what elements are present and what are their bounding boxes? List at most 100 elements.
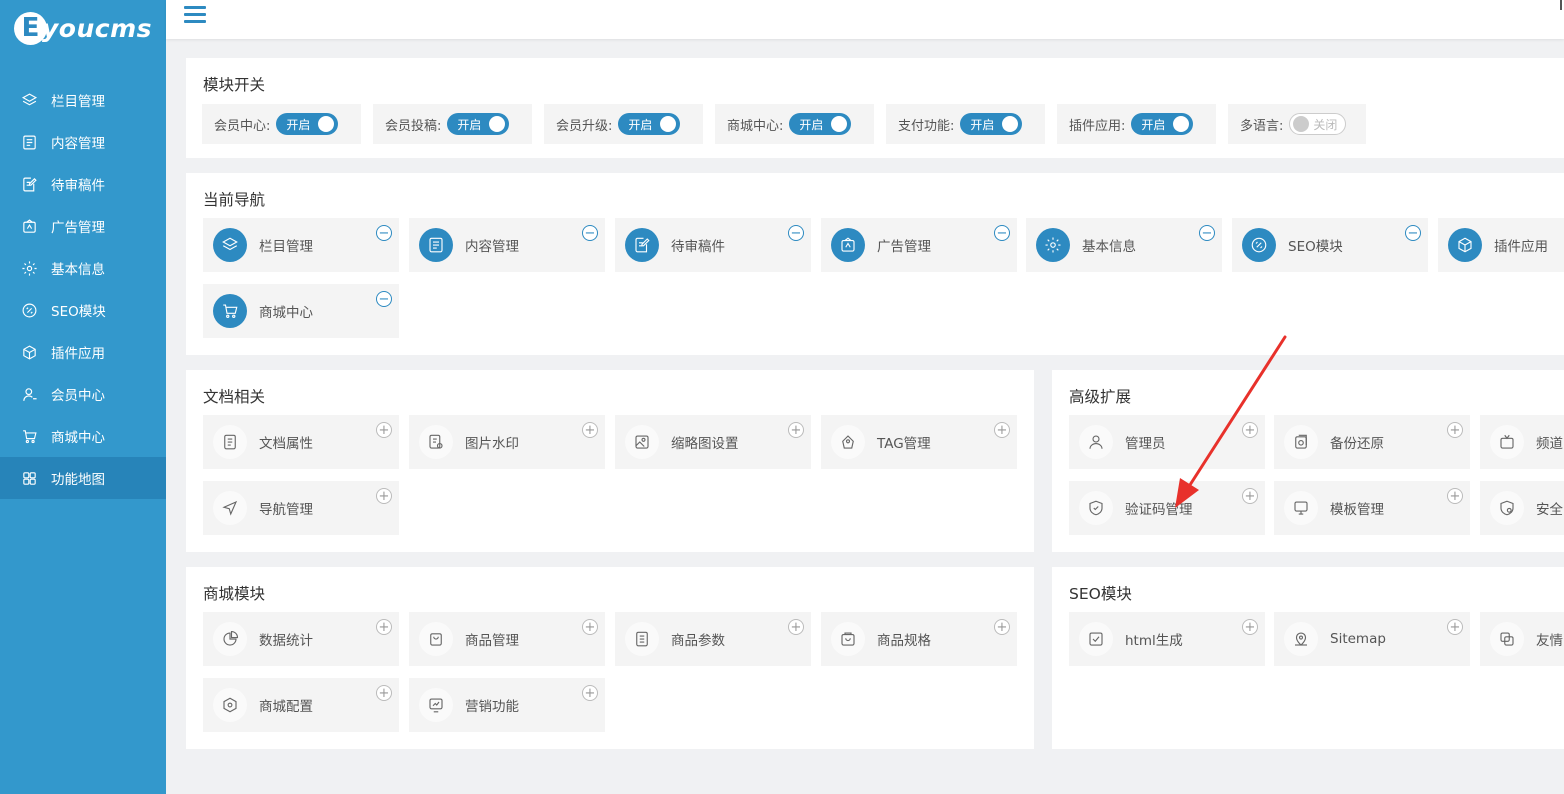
current-nav-tile[interactable]: SEO模块 − — [1232, 218, 1428, 272]
cube-icon — [20, 343, 38, 361]
current-nav-tile[interactable]: 内容管理 − — [409, 218, 605, 272]
add-icon[interactable]: + — [1447, 488, 1463, 504]
remove-icon[interactable]: − — [994, 225, 1010, 241]
sidebar-item-label: 栏目管理 — [51, 94, 105, 110]
add-icon[interactable]: + — [582, 619, 598, 635]
add-icon[interactable]: + — [994, 422, 1010, 438]
layers-icon — [20, 91, 38, 109]
current-nav-tile[interactable]: 插件应用 − — [1438, 218, 1564, 272]
tile-label: 广告管理 — [877, 239, 931, 255]
advanced-tile[interactable]: 备份还原 + — [1274, 415, 1470, 469]
document-icon — [419, 228, 453, 262]
sidebar-item-function-map[interactable]: 功能地图 — [0, 457, 166, 499]
remove-icon[interactable]: − — [376, 291, 392, 307]
seo-tile[interactable]: html生成 + — [1069, 612, 1265, 666]
sidebar-item-basic[interactable]: 基本信息 — [0, 247, 166, 289]
sidebar-item-plugins[interactable]: 插件应用 — [0, 331, 166, 373]
doc-tile[interactable]: 缩略图设置 + — [615, 415, 811, 469]
add-icon[interactable]: + — [582, 685, 598, 701]
person-icon — [1079, 425, 1113, 459]
doc-tile[interactable]: TAG管理 + — [821, 415, 1017, 469]
panel-title: SEO模块 — [1069, 585, 1132, 603]
logo-text: youcms — [42, 14, 153, 43]
shop-tile[interactable]: 商城配置 + — [203, 678, 399, 732]
pie-chart-icon — [213, 622, 247, 656]
current-nav-tile[interactable]: 商城中心 − — [203, 284, 399, 338]
list-doc-icon — [213, 425, 247, 459]
cube-icon — [1448, 228, 1482, 262]
seo-tile[interactable]: 友情 — [1480, 612, 1564, 666]
remove-icon[interactable]: − — [376, 225, 392, 241]
sidebar-item-column[interactable]: 栏目管理 — [0, 79, 166, 121]
sidebar-item-ads[interactable]: 广告管理 — [0, 205, 166, 247]
toggle-switch[interactable]: 开启 — [618, 113, 681, 135]
toggle-switch[interactable]: 开启 — [789, 113, 852, 135]
current-nav-tile[interactable]: 广告管理 − — [821, 218, 1017, 272]
sidebar-item-pending[interactable]: 待审稿件 — [0, 163, 166, 205]
sidebar-item-content[interactable]: 内容管理 — [0, 121, 166, 163]
switch-plugins: 插件应用: 开启 — [1057, 104, 1216, 144]
current-nav-tile[interactable]: 基本信息 − — [1026, 218, 1222, 272]
sidebar-item-label: 会员中心 — [51, 388, 105, 404]
toggle-switch[interactable]: 开启 — [447, 113, 510, 135]
doc-tile[interactable]: 文档属性 + — [203, 415, 399, 469]
sidebar-item-seo[interactable]: SEO模块 — [0, 289, 166, 331]
toggle-switch[interactable]: 关闭 — [1289, 113, 1347, 135]
toggle-state: 关闭 — [1313, 117, 1338, 132]
advanced-tile[interactable]: 管理员 + — [1069, 415, 1265, 469]
add-icon[interactable]: + — [788, 422, 804, 438]
add-icon[interactable]: + — [1447, 619, 1463, 635]
tile-label: 基本信息 — [1082, 239, 1136, 255]
tile-label: 导航管理 — [259, 502, 313, 518]
remove-icon[interactable]: − — [1405, 225, 1421, 241]
remove-icon[interactable]: − — [788, 225, 804, 241]
shop-tile[interactable]: 商品参数 + — [615, 612, 811, 666]
sidebar-item-label: 内容管理 — [51, 136, 105, 152]
logo[interactable]: E youcms — [14, 12, 164, 48]
advanced-tile[interactable]: 验证码管理 + — [1069, 481, 1265, 535]
switch-member-upgrade: 会员升级: 开启 — [544, 104, 703, 144]
advanced-tile[interactable]: 频道 — [1480, 415, 1564, 469]
advanced-tile[interactable]: 模板管理 + — [1274, 481, 1470, 535]
add-icon[interactable]: + — [376, 619, 392, 635]
layers-icon — [213, 228, 247, 262]
add-icon[interactable]: + — [788, 619, 804, 635]
tile-label: TAG管理 — [877, 436, 931, 452]
shop-tile[interactable]: 商品规格 + — [821, 612, 1017, 666]
add-icon[interactable]: + — [376, 685, 392, 701]
add-icon[interactable]: + — [376, 422, 392, 438]
sidebar-item-shop[interactable]: 商城中心 — [0, 415, 166, 457]
sidebar-item-member[interactable]: 会员中心 — [0, 373, 166, 415]
shop-module-panel: 商城模块 数据统计 + 商品管理 + 商品参数 + 商品规格 + 商城配置 + … — [186, 567, 1034, 749]
add-icon[interactable]: + — [1242, 422, 1258, 438]
shop-tile[interactable]: 营销功能 + — [409, 678, 605, 732]
current-nav-tile[interactable]: 待审稿件 − — [615, 218, 811, 272]
add-icon[interactable]: + — [1447, 422, 1463, 438]
switch-label: 插件应用: — [1069, 118, 1126, 134]
menu-toggle-icon[interactable] — [184, 6, 206, 24]
remove-icon[interactable]: − — [1199, 225, 1215, 241]
add-icon[interactable]: + — [1242, 619, 1258, 635]
toggle-switch[interactable]: 开启 — [960, 113, 1023, 135]
backup-icon — [1284, 425, 1318, 459]
shop-tile[interactable]: 商品管理 + — [409, 612, 605, 666]
shop-tile[interactable]: 数据统计 + — [203, 612, 399, 666]
add-icon[interactable]: + — [582, 422, 598, 438]
doc-tile[interactable]: 图片水印 + — [409, 415, 605, 469]
sidebar-item-label: SEO模块 — [51, 304, 106, 320]
add-icon[interactable]: + — [376, 488, 392, 504]
switch-member-submit: 会员投稿: 开启 — [373, 104, 532, 144]
toggle-switch[interactable]: 开启 — [276, 113, 339, 135]
add-icon[interactable]: + — [1242, 488, 1258, 504]
remove-icon[interactable]: − — [582, 225, 598, 241]
switch-payment: 支付功能: 开启 — [886, 104, 1045, 144]
seo-tile[interactable]: Sitemap + — [1274, 612, 1470, 666]
grid-icon — [20, 469, 38, 487]
doc-tile[interactable]: 导航管理 + — [203, 481, 399, 535]
advanced-tile[interactable]: 安全 — [1480, 481, 1564, 535]
monitor-icon — [1284, 491, 1318, 525]
toggle-switch[interactable]: 开启 — [1131, 113, 1194, 135]
add-icon[interactable]: + — [994, 619, 1010, 635]
edit-doc-icon — [625, 228, 659, 262]
current-nav-tile[interactable]: 栏目管理 − — [203, 218, 399, 272]
